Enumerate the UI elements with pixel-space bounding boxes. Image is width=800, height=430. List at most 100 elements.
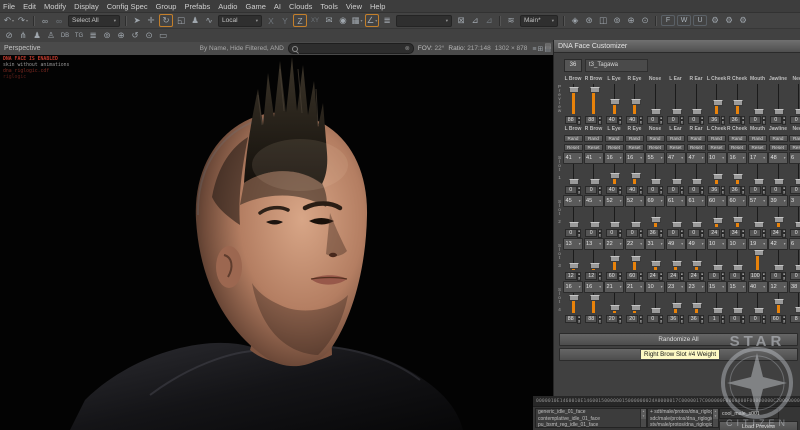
slider-handle[interactable]: [753, 308, 764, 314]
axis-xy-button[interactable]: XY: [309, 15, 321, 27]
spinner-down[interactable]: ▼: [679, 233, 684, 238]
weight-slider-mouth[interactable]: [748, 164, 768, 185]
slider-handle[interactable]: [774, 265, 784, 271]
slider-handle[interactable]: [610, 256, 620, 262]
reset-button-r-cheek[interactable]: Reset: [727, 143, 747, 151]
slider-handle[interactable]: [589, 179, 600, 185]
weight-slider-r-ear[interactable]: [686, 293, 706, 313]
weight-slider-mouth[interactable]: [748, 250, 768, 270]
weight-value-jawline[interactable]: 60 ▲ ▼: [769, 314, 787, 324]
angle-snap-icon[interactable]: ∠ ▾: [365, 14, 379, 27]
weight-slider-nose[interactable]: [645, 84, 665, 115]
3d-viewport[interactable]: DNA FACE IS ENABLED skin without animati…: [0, 55, 553, 430]
slider-handle[interactable]: [651, 261, 661, 268]
slider-handle[interactable]: [610, 99, 620, 105]
weight-slider-r-cheek[interactable]: [727, 207, 747, 227]
load-preview-button[interactable]: Load Preview: [719, 421, 798, 430]
slider-handle[interactable]: [692, 222, 702, 228]
reset-button-l-ear[interactable]: Reset: [666, 143, 685, 151]
scroll-down-icon[interactable]: ▼: [641, 414, 646, 419]
slider-handle[interactable]: [712, 173, 723, 180]
spinner-down[interactable]: ▼: [782, 190, 787, 195]
head-dropdown-r-cheek[interactable]: 10 ▾: [727, 237, 747, 250]
weight-slider-l-cheek[interactable]: [707, 164, 727, 184]
spinner-down[interactable]: ▼: [618, 276, 623, 281]
reset-button-neck[interactable]: Reset: [789, 143, 800, 151]
refresh-icon[interactable]: ↺: [129, 30, 141, 42]
weight-slider-nose[interactable]: [645, 293, 665, 314]
slider-handle[interactable]: [774, 216, 784, 223]
weight-slider-l-brow[interactable]: [563, 164, 583, 185]
weight-value-l-eye[interactable]: 0 ▲ ▼: [605, 228, 623, 238]
weight-slider-r-cheek[interactable]: [727, 293, 747, 314]
bind-icon[interactable]: ⊚: [101, 30, 113, 42]
spinner-down[interactable]: ▼: [679, 190, 684, 195]
link-icon[interactable]: ∞: [39, 15, 51, 27]
weight-slider-r-eye[interactable]: [625, 250, 645, 270]
head-dropdown-r-eye[interactable]: 21 ▾: [624, 280, 645, 293]
weight-slider-l-eye[interactable]: [604, 164, 624, 184]
slider-handle[interactable]: [794, 222, 800, 228]
head-count-field[interactable]: 36: [564, 58, 582, 72]
weight-value-jawline[interactable]: 0 ▲ ▼: [769, 115, 787, 125]
head-dropdown-l-ear[interactable]: 61 ▾: [665, 194, 686, 207]
search-input[interactable]: [299, 44, 405, 53]
head-dropdown-jawline[interactable]: 48 ▾: [768, 151, 788, 164]
weight-value-l-brow[interactable]: 88 ▲ ▼: [564, 314, 582, 324]
spinner-down[interactable]: ▼: [679, 120, 684, 125]
panel-title[interactable]: DNA Face Customizer: [554, 40, 800, 53]
spinner-down[interactable]: ▼: [577, 120, 582, 125]
lighting-icon[interactable]: ⊕: [625, 15, 637, 27]
weight-value-jawline[interactable]: 0 ▲ ▼: [769, 271, 787, 281]
weight-value-r-eye[interactable]: 0 ▲ ▼: [626, 228, 643, 238]
slider-handle[interactable]: [794, 109, 800, 115]
slider-handle[interactable]: [733, 173, 743, 180]
globe-icon[interactable]: ⊕: [115, 30, 127, 42]
spinner-down[interactable]: ▼: [782, 319, 787, 324]
weight-value-neck[interactable]: 8▲▼: [790, 314, 800, 323]
weight-slider-jawline[interactable]: [768, 207, 788, 227]
weight-value-r-cheek[interactable]: 36 ▲ ▼: [728, 115, 746, 125]
weight-slider-r-cheek[interactable]: [727, 250, 747, 271]
user-icon[interactable]: U: [693, 15, 707, 26]
spinner-down[interactable]: ▼: [638, 190, 643, 195]
weight-value-mouth[interactable]: 0 ▲ ▼: [749, 115, 766, 125]
weight-value-l-brow[interactable]: 0 ▲ ▼: [564, 228, 582, 238]
weight-value-l-ear[interactable]: 0 ▲ ▼: [667, 185, 684, 195]
move-tool-icon[interactable]: ✛: [145, 15, 157, 27]
weight-slider-r-eye[interactable]: [625, 293, 645, 313]
system-settings-icon[interactable]: ⚙: [737, 15, 749, 27]
head-dropdown-l-eye[interactable]: 16 ▾: [604, 151, 624, 164]
head-dropdown-r-ear[interactable]: 49 ▾: [686, 237, 706, 250]
spinner-down[interactable]: ▼: [761, 233, 766, 238]
weight-value-l-cheek[interactable]: 24 ▲ ▼: [708, 228, 725, 238]
weight-slider-r-eye[interactable]: [625, 164, 645, 184]
slider-handle[interactable]: [794, 265, 800, 271]
slider-handle[interactable]: [589, 222, 600, 228]
weight-slider-l-ear[interactable]: [666, 293, 686, 313]
spinner-down[interactable]: ▼: [782, 276, 787, 281]
weight-value-r-brow[interactable]: 88 ▲ ▼: [585, 115, 602, 125]
head-dropdown-neck[interactable]: 3▾: [788, 194, 800, 207]
head-dropdown-l-brow[interactable]: 16 ▾: [563, 280, 583, 293]
slider-handle[interactable]: [630, 256, 641, 262]
spinner-down[interactable]: ▼: [741, 233, 746, 238]
skeleton-icon[interactable]: ⋔: [17, 30, 29, 42]
spinner-down[interactable]: ▼: [597, 319, 602, 324]
rand-button-l-eye[interactable]: Rand: [604, 134, 624, 142]
head-dropdown-l-brow[interactable]: 13 ▾: [563, 237, 583, 250]
weight-value-neck[interactable]: 0▲▼: [790, 185, 800, 194]
spinner-down[interactable]: ▼: [597, 120, 602, 125]
head-dropdown-neck[interactable]: 6▾: [788, 151, 800, 164]
head-dropdown-l-cheek[interactable]: 15 ▾: [706, 280, 727, 293]
weight-value-mouth[interactable]: 0 ▲ ▼: [749, 185, 766, 195]
grid-snap-icon[interactable]: ▦ ▾: [351, 15, 363, 27]
exclude-select-icon[interactable]: ⊠: [455, 15, 467, 27]
weight-slider-r-cheek[interactable]: [727, 84, 747, 114]
weight-slider-mouth[interactable]: [748, 207, 768, 228]
slider-handle[interactable]: [712, 218, 723, 225]
spinner-down[interactable]: ▼: [700, 190, 705, 195]
head-dropdown-r-ear[interactable]: 23 ▾: [686, 280, 706, 293]
head-dropdown-r-brow[interactable]: 45 ▾: [583, 194, 604, 207]
weight-slider-mouth[interactable]: [748, 84, 768, 115]
